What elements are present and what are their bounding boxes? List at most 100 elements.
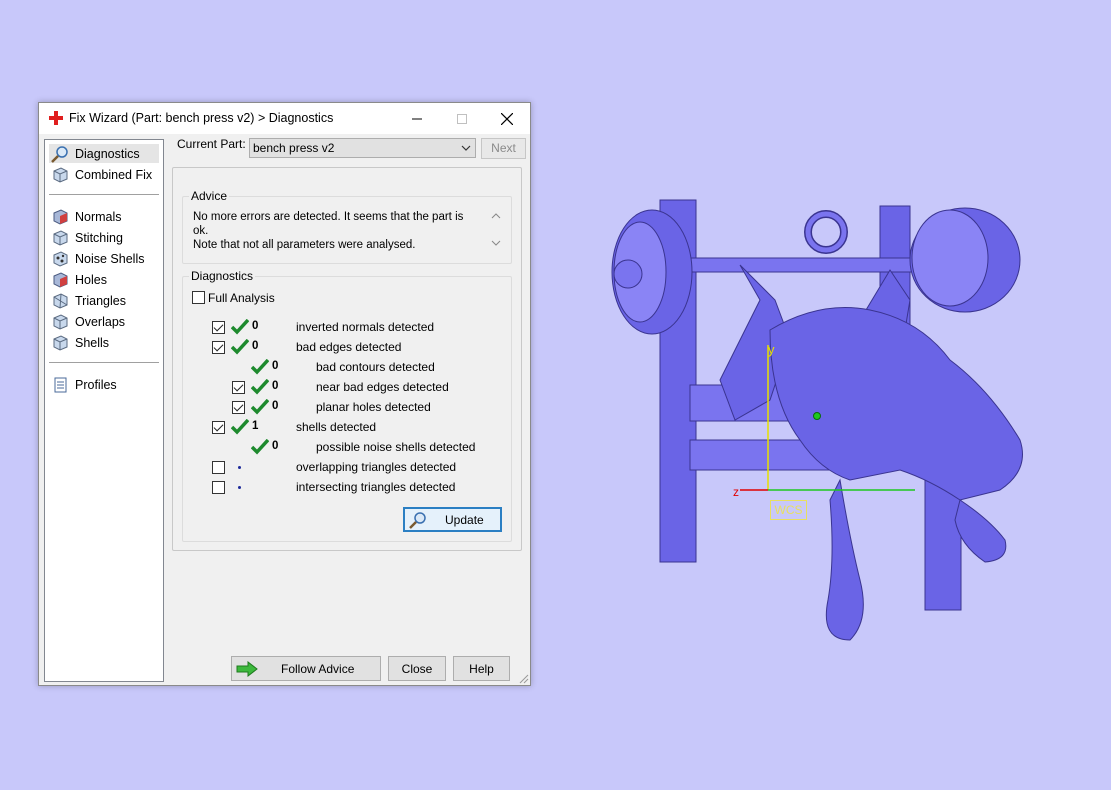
sidebar-item-combined-fix[interactable]: Combined Fix [49, 165, 159, 184]
axis-y-label: y [768, 342, 775, 357]
sidebar-item-label: Combined Fix [75, 167, 153, 182]
green-check-icon [251, 439, 269, 455]
next-button[interactable]: Next [481, 138, 526, 159]
cube-icon [53, 166, 68, 183]
bad-contours-count: 0 [272, 360, 279, 372]
advice-title: Advice [189, 189, 230, 203]
inverted-normals-count: 0 [252, 320, 259, 332]
close-button[interactable]: Close [388, 656, 446, 681]
bad-contours-label: bad contours detected [316, 360, 435, 374]
sidebar-divider [49, 194, 159, 195]
bench-press-model[interactable] [600, 180, 1040, 660]
sidebar-item-label: Triangles [75, 293, 126, 308]
follow-advice-label: Follow Advice [281, 661, 355, 676]
sidebar-item-label: Holes [75, 272, 107, 287]
scroll-up-icon[interactable] [491, 212, 501, 220]
red-cross-icon [49, 111, 63, 125]
normals-icon [53, 208, 68, 225]
overlapping-triangles-checkbox[interactable] [212, 461, 225, 474]
full-analysis-label: Full Analysis [208, 291, 275, 305]
inverted-normals-label: inverted normals detected [296, 320, 435, 334]
sidebar-item-label: Noise Shells [75, 251, 145, 266]
sidebar-item-diagnostics[interactable]: Diagnostics [49, 144, 159, 163]
triangles-icon [53, 292, 68, 309]
not-analysed-dot [238, 466, 241, 469]
sidebar-item-label: Diagnostics [75, 146, 140, 161]
full-analysis-checkbox[interactable] [192, 291, 205, 304]
update-label: Update [445, 512, 484, 527]
green-arrow-icon [236, 660, 258, 677]
holes-icon [53, 271, 68, 288]
near-bad-edges-checkbox[interactable] [232, 381, 245, 394]
sidebar-item-triangles[interactable]: Triangles [49, 291, 159, 310]
bad-edges-count: 0 [252, 340, 259, 352]
green-check-icon [231, 419, 249, 435]
shells-count: 1 [252, 420, 259, 432]
shells-icon [53, 334, 68, 351]
sidebar-item-label: Stitching [75, 230, 123, 245]
maximize-button[interactable] [439, 103, 484, 134]
noise-shells-count: 0 [272, 440, 279, 452]
bad-edges-label: bad edges detected [296, 340, 402, 354]
overlaps-icon [53, 313, 68, 330]
magnifier-icon [409, 511, 426, 529]
bad-edges-checkbox[interactable] [212, 341, 225, 354]
current-part-value: bench press v2 [253, 141, 335, 155]
close-window-button[interactable] [484, 103, 529, 134]
magnifier-icon [51, 145, 68, 163]
title-bar[interactable]: Fix Wizard (Part: bench press v2) > Diag… [39, 103, 530, 134]
sidebar-item-noise-shells[interactable]: Noise Shells [49, 249, 159, 268]
planar-holes-count: 0 [272, 400, 279, 412]
near-bad-edges-label: near bad edges detected [316, 380, 449, 394]
sidebar-item-stitching[interactable]: Stitching [49, 228, 159, 247]
green-check-icon [231, 339, 249, 355]
sidebar-item-label: Normals [75, 209, 122, 224]
noise-shells-icon [53, 250, 68, 267]
update-button[interactable]: Update [403, 507, 502, 532]
not-analysed-dot [238, 486, 241, 489]
green-check-icon [251, 379, 269, 395]
chevron-down-icon [461, 145, 471, 151]
sidebar-item-label: Profiles [75, 377, 117, 392]
wizard-sidebar: Diagnostics Combined Fix Normals Stitchi… [44, 139, 164, 682]
planar-holes-checkbox[interactable] [232, 401, 245, 414]
sidebar-item-holes[interactable]: Holes [49, 270, 159, 289]
green-check-icon [231, 319, 249, 335]
maximize-icon [456, 113, 467, 124]
intersecting-triangles-checkbox[interactable] [212, 481, 225, 494]
document-icon [54, 377, 67, 392]
axis-z-label: z [733, 485, 739, 499]
sidebar-item-profiles[interactable]: Profiles [49, 375, 159, 394]
green-check-icon [251, 399, 269, 415]
help-button[interactable]: Help [453, 656, 510, 681]
sidebar-item-label: Shells [75, 335, 110, 350]
inverted-normals-checkbox[interactable] [212, 321, 225, 334]
follow-advice-button[interactable]: Follow Advice [231, 656, 381, 681]
noise-shells-label: possible noise shells detected [316, 440, 476, 454]
fix-wizard-window: Fix Wizard (Part: bench press v2) > Diag… [38, 102, 531, 686]
sidebar-item-label: Overlaps [75, 314, 126, 329]
sidebar-item-normals[interactable]: Normals [49, 207, 159, 226]
near-bad-edges-count: 0 [272, 380, 279, 392]
minimize-icon [411, 118, 422, 119]
planar-holes-label: planar holes detected [316, 400, 431, 414]
minimize-button[interactable] [394, 103, 439, 134]
scroll-down-icon[interactable] [491, 239, 501, 247]
sidebar-item-shells[interactable]: Shells [49, 333, 159, 352]
close-icon [500, 112, 513, 125]
resize-grip-icon[interactable] [519, 674, 529, 684]
diagnostics-title: Diagnostics [189, 269, 256, 283]
current-part-select[interactable]: bench press v2 [249, 138, 476, 158]
sidebar-item-overlaps[interactable]: Overlaps [49, 312, 159, 331]
stitching-icon [53, 229, 68, 246]
green-check-icon [251, 359, 269, 375]
overlapping-triangles-label: overlapping triangles detected [296, 460, 457, 474]
advice-text: No more errors are detected. It seems th… [193, 211, 464, 251]
wcs-label: WCS [770, 500, 807, 520]
advice-group: Advice No more errors are detected. It s… [182, 189, 512, 264]
shells-label: shells detected [296, 420, 377, 434]
window-title: Fix Wizard (Part: bench press v2) > Diag… [69, 111, 334, 125]
current-part-label: Current Part: [177, 137, 246, 151]
intersecting-triangles-label: intersecting triangles detected [296, 480, 456, 494]
shells-checkbox[interactable] [212, 421, 225, 434]
